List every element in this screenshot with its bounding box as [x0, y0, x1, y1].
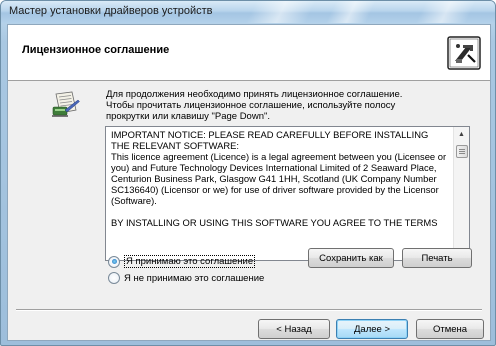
back-button[interactable]: < Назад [258, 319, 330, 339]
thumb-grip [459, 149, 465, 150]
license-text: IMPORTANT NOTICE: PLEASE READ CAREFULLY … [111, 129, 451, 228]
license-text-box[interactable]: IMPORTANT NOTICE: PLEASE READ CAREFULLY … [105, 126, 470, 261]
intro-line: прокрутки или клавишу "Page Down". [106, 111, 270, 122]
print-button[interactable]: Печать [402, 248, 472, 268]
accept-label[interactable]: Я принимаю это соглашение [124, 255, 256, 268]
license-scrollbar[interactable]: ▲ ▼ [453, 127, 469, 260]
intro-line: Чтобы прочитать лицензионное соглашение,… [106, 100, 396, 111]
wizard-header: Лицензионное соглашение [8, 25, 490, 81]
license-line: This licence agreement (Licence) is a le… [111, 151, 447, 162]
cancel-button[interactable]: Отмена [416, 319, 484, 339]
wizard-window: Мастер установки драйверов устройств Лиц… [0, 0, 496, 346]
page-title: Лицензионное соглашение [22, 44, 170, 56]
accept-option[interactable]: Я принимаю это соглашение [108, 255, 256, 268]
wizard-page: Лицензионное соглашение Для продолжения … [7, 24, 491, 341]
license-line: THE RELEVANT SOFTWARE: [111, 140, 239, 151]
intro-line: Для продолжения необходимо принять лицен… [106, 89, 403, 100]
scrollbar-thumb[interactable] [456, 145, 468, 158]
license-line: Centurion Business Park, Glasgow G41 1HH… [111, 173, 437, 184]
scroll-up-arrow-icon[interactable]: ▲ [454, 127, 469, 142]
save-as-button[interactable]: Сохранить как [308, 248, 394, 268]
driver-wizard-icon [447, 36, 481, 70]
next-button[interactable]: Далее > [336, 319, 408, 339]
decline-radio[interactable] [108, 272, 120, 284]
intro-text: Для продолжения необходимо принять лицен… [106, 89, 436, 122]
footer-separator [16, 309, 482, 311]
accept-radio[interactable] [108, 255, 120, 268]
title-bar[interactable]: Мастер установки драйверов устройств [1, 1, 495, 23]
window-title: Мастер установки драйверов устройств [9, 5, 213, 17]
decline-label[interactable]: Я не принимаю это соглашение [124, 273, 264, 284]
decline-option[interactable]: Я не принимаю это соглашение [108, 272, 264, 284]
title-bar-glare [245, 1, 317, 23]
license-line: (Software). [111, 195, 157, 206]
license-line: IMPORTANT NOTICE: PLEASE READ CAREFULLY … [111, 129, 429, 140]
license-line: SC136640) (Licensor or we) for use of dr… [111, 184, 439, 195]
title-bar-glare [325, 1, 377, 23]
thumb-grip [459, 151, 465, 152]
thumb-grip [459, 153, 465, 154]
license-blank-line [111, 206, 451, 217]
title-bar-glare [415, 1, 477, 23]
license-line: you) and Future Technology Devices Inter… [111, 162, 437, 173]
license-agreement-icon [52, 91, 80, 117]
license-line: BY INSTALLING OR USING THIS SOFTWARE YOU… [111, 217, 438, 228]
